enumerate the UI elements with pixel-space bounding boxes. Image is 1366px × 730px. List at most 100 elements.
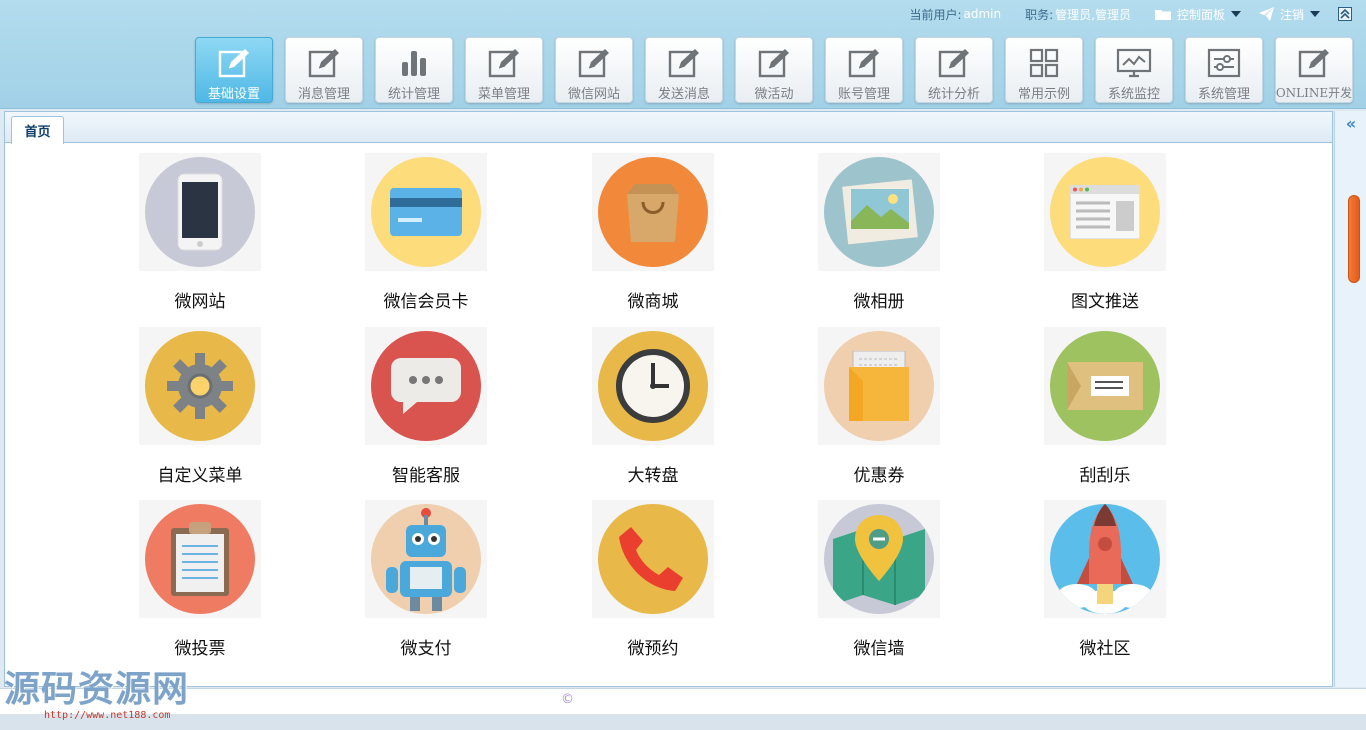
tab-home[interactable]: 首页	[11, 116, 64, 144]
toolbar-button-2[interactable]: 消息管理	[285, 37, 363, 103]
collapse-sidebar-icon[interactable]: «	[1343, 115, 1359, 133]
app-tile-label: 微相册	[853, 292, 905, 312]
app-tile[interactable]: 优惠券	[776, 327, 956, 497]
double-chevron-up-icon	[1340, 9, 1350, 19]
edit-icon	[308, 42, 340, 83]
map-pin-icon	[824, 504, 934, 614]
scrollbar-track[interactable]	[1348, 195, 1360, 685]
edit-icon	[488, 42, 520, 83]
role-value: 管理员,管理员	[1055, 7, 1131, 22]
toolbar-button-8[interactable]: 账号管理	[825, 37, 903, 103]
app-tile[interactable]: 微投票	[97, 500, 277, 670]
app-tile[interactable]: 微预约	[550, 500, 730, 670]
app-tile-label: 大转盘	[627, 466, 679, 486]
edit-icon	[1298, 42, 1330, 84]
toolbar-button-label: 统计分析	[927, 87, 980, 102]
gear-icon	[145, 331, 255, 441]
user-bar: 当前用户: admin 职务: 管理员,管理员 控制面板 注销	[909, 4, 1352, 24]
header-bar: 当前用户: admin 职务: 管理员,管理员 控制面板 注销 基础设置 消息管理…	[0, 0, 1366, 109]
app-icon-frame	[1044, 500, 1166, 618]
toolbar-button-label: 常用示例	[1017, 87, 1070, 102]
app-icon-frame	[365, 500, 487, 618]
edit-icon	[218, 42, 250, 83]
photo-icon	[824, 157, 934, 267]
toolbar-button-12[interactable]: 系统管理	[1185, 37, 1263, 103]
app-tile-label: 智能客服	[392, 466, 460, 486]
app-tile[interactable]: 微信会员卡	[323, 153, 503, 323]
app-tile[interactable]: 刮刮乐	[1002, 327, 1182, 497]
folder-icon	[1154, 10, 1171, 20]
app-tile[interactable]: 微信墙	[776, 500, 956, 670]
app-tile-label: 刮刮乐	[1079, 466, 1131, 486]
app-grid: 微网站 微信会员卡 微商城 微相册 图文推送自定义菜单 智能客服 大转盘 优惠券 刮刮乐微投票 微…	[5, 144, 1332, 686]
app-icon-frame	[365, 327, 487, 445]
app-icon-frame	[365, 153, 487, 271]
robot-icon	[371, 504, 481, 614]
toolbar-button-3[interactable]: 统计管理	[375, 37, 453, 103]
ticket-icon	[1050, 331, 1160, 441]
app-tile-label: 微社区	[1079, 639, 1131, 659]
app-icon-frame	[1044, 153, 1166, 271]
app-tile-label: 优惠券	[853, 466, 905, 486]
webpage-icon	[1050, 157, 1160, 267]
app-tile[interactable]: 智能客服	[323, 327, 503, 497]
toolbar-button-4[interactable]: 菜单管理	[465, 37, 543, 103]
toolbar-button-11[interactable]: 系统监控	[1095, 37, 1173, 103]
toolbar-button-10[interactable]: 常用示例	[1005, 37, 1083, 103]
copyright-text: ©	[561, 692, 574, 707]
app-tile-label: 微商城	[627, 292, 679, 312]
app-tile[interactable]: 自定义菜单	[97, 327, 277, 497]
app-tile-label: 图文推送	[1071, 292, 1139, 312]
tab-strip: 首页	[5, 112, 1332, 144]
logout-menu[interactable]: 注销	[1258, 6, 1320, 23]
app-tile-label: 微信会员卡	[383, 292, 469, 312]
card-icon	[371, 157, 481, 267]
app-tile[interactable]: 微社区	[1002, 500, 1182, 670]
send-icon	[1258, 7, 1274, 21]
app-icon-frame	[139, 327, 261, 445]
telephone-icon	[598, 504, 708, 614]
toolbar-button-7[interactable]: 微活动	[735, 37, 813, 103]
app-tile[interactable]: 图文推送	[1002, 153, 1182, 323]
chevron-down-icon	[1230, 11, 1241, 17]
shopping-bag-icon	[598, 157, 708, 267]
app-tile[interactable]: 微支付	[323, 500, 503, 670]
app-tile-label: 微信墙	[853, 639, 905, 659]
toolbar-button-6[interactable]: 发送消息	[645, 37, 723, 103]
app-tile[interactable]: 微相册	[776, 153, 956, 323]
coupon-envelope-icon	[824, 331, 934, 441]
app-tile-label: 微支付	[400, 639, 452, 659]
edit-icon	[758, 42, 790, 83]
app-icon-frame	[592, 327, 714, 445]
control-panel-label: 控制面板	[1176, 7, 1225, 22]
toolbar-button-5[interactable]: 微信网站	[555, 37, 633, 103]
phone-icon	[145, 157, 255, 267]
collapse-header-button[interactable]	[1338, 7, 1352, 21]
app-tile-label: 微投票	[174, 639, 226, 659]
scrollbar-thumb[interactable]	[1348, 195, 1360, 283]
edit-icon	[938, 42, 970, 83]
logout-label: 注销	[1279, 7, 1304, 22]
app-tile-label: 微预约	[627, 639, 679, 659]
right-sidebar: «	[1334, 111, 1366, 687]
toolbar-button-label: 统计管理	[387, 87, 440, 102]
watermark: 源码资源网 http://www.net188.com	[4, 660, 209, 722]
toolbar-button-9[interactable]: 统计分析	[915, 37, 993, 103]
current-user-label: 当前用户:	[909, 7, 962, 22]
toolbar-button-13[interactable]: ONLINE开发	[1275, 37, 1353, 103]
app-icon-frame	[592, 500, 714, 618]
app-icon-frame	[818, 500, 940, 618]
control-panel-menu[interactable]: 控制面板	[1154, 6, 1241, 23]
watermark-url: http://www.net188.com	[44, 710, 171, 721]
app-tile-label: 微网站	[174, 292, 226, 312]
edit-icon	[668, 42, 700, 83]
app-icon-frame	[818, 153, 940, 271]
toolbar-button-label: 微活动	[754, 87, 794, 102]
app-tile[interactable]: 大转盘	[550, 327, 730, 497]
app-tile[interactable]: 微商城	[550, 153, 730, 323]
toolbar-button-1[interactable]: 基础设置	[195, 37, 273, 103]
app-tile[interactable]: 微网站	[97, 153, 277, 323]
watermark-text: 源码资源网	[4, 669, 190, 710]
edit-icon	[848, 42, 880, 83]
toolbar-button-label: 发送消息	[657, 87, 710, 102]
